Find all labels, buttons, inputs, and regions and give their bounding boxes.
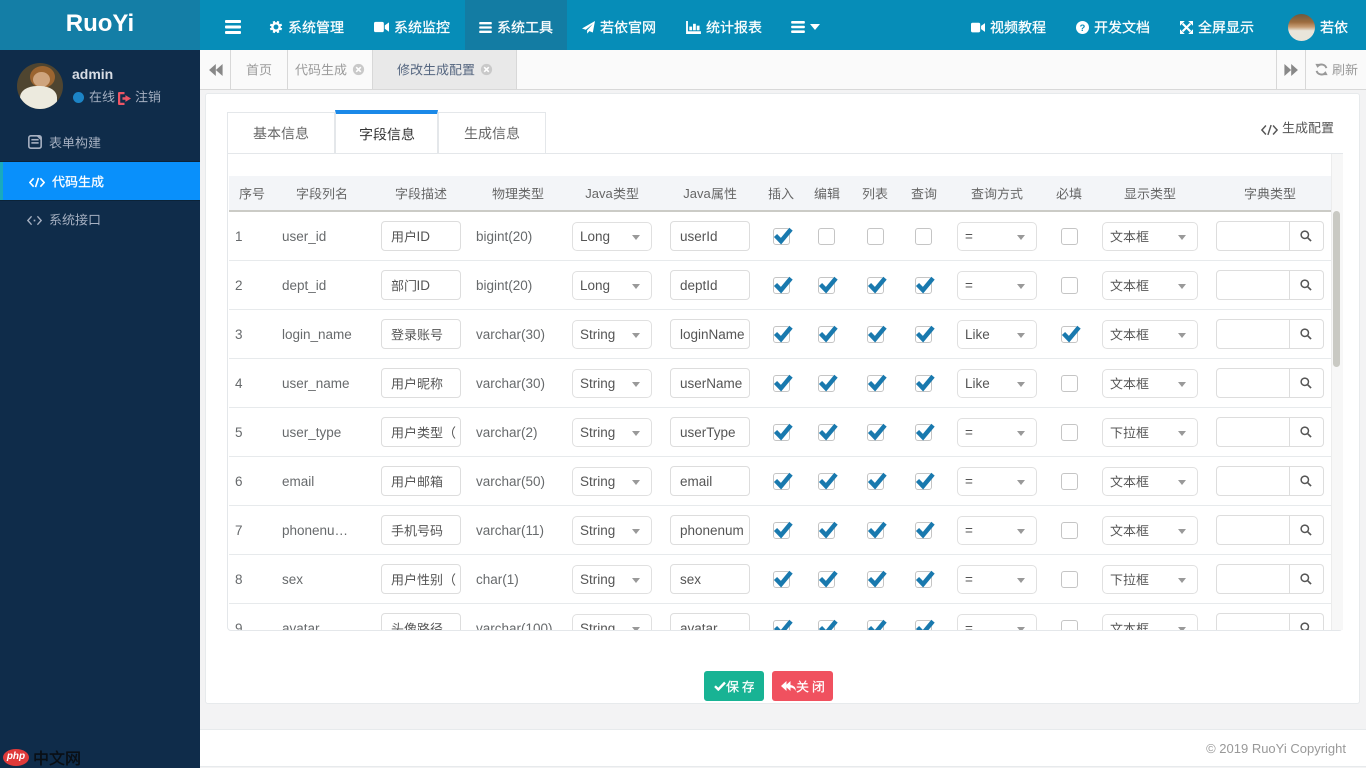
svg-text:?: ? [1080, 22, 1086, 32]
